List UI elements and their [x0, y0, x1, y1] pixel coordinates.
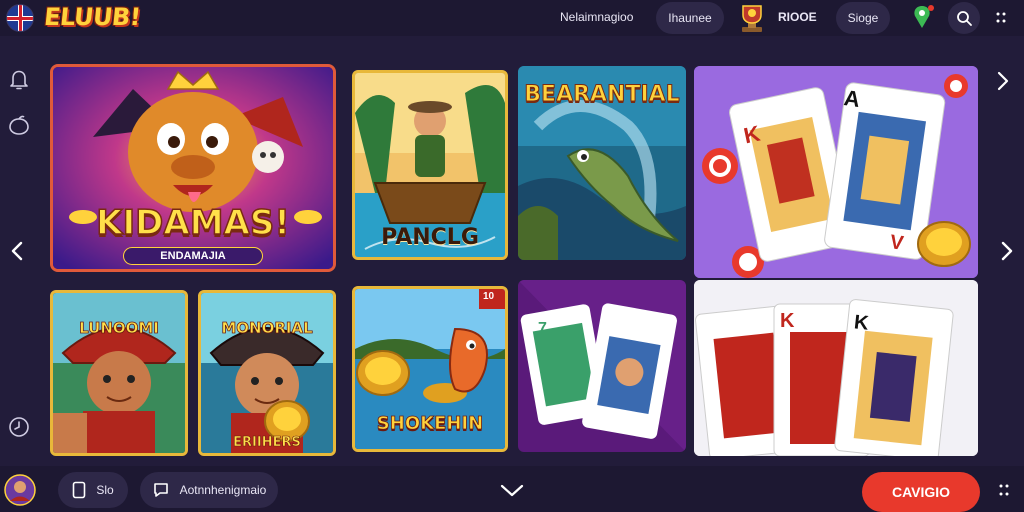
nav-pill-label: Ihaunee	[668, 11, 712, 25]
carousel-next-button[interactable]	[994, 236, 1020, 266]
more-vertical-icon[interactable]	[998, 482, 1010, 500]
tab-live[interactable]: Aotnnhenigmaio	[140, 472, 278, 508]
phone-icon	[73, 481, 86, 499]
tile-title: MONORIAL	[221, 319, 313, 338]
tile-badge: 10	[483, 291, 495, 302]
top-bar: ELUUB! Nelaimnagioo Ihaunee RIOOE Sioge	[0, 0, 1024, 36]
map-pin-icon[interactable]	[906, 2, 938, 34]
pumpkin-icon[interactable]	[6, 112, 32, 138]
chat-icon	[153, 483, 168, 497]
sign-in-label: Sioge	[847, 11, 879, 25]
trophy-icon[interactable]	[738, 3, 766, 33]
bell-icon[interactable]	[6, 66, 32, 92]
nav-link[interactable]: Nelaimnagioo	[560, 10, 633, 24]
carousel-next-top-button[interactable]	[990, 66, 1016, 96]
search-button[interactable]	[948, 2, 980, 34]
cta-button[interactable]: CAVIGIO	[862, 472, 980, 512]
game-tile-cards-purple[interactable]: 7	[518, 280, 686, 452]
profile-label[interactable]: RIOOE	[778, 10, 817, 24]
tile-title: KIDAMAS!	[95, 202, 290, 244]
chevron-down-icon[interactable]	[500, 484, 524, 498]
carousel-prev-button[interactable]	[4, 236, 30, 266]
more-vertical-icon[interactable]	[994, 10, 1008, 26]
uk-flag-icon[interactable]	[6, 4, 34, 32]
tab-label: Slo	[96, 483, 114, 497]
card-rank: 7	[538, 320, 547, 337]
tab-slots[interactable]: Slo	[58, 472, 128, 508]
tile-title: SHOKEHIN	[376, 413, 484, 435]
worker-2-artwork	[201, 293, 333, 453]
avatar[interactable]	[4, 474, 36, 506]
game-tile-bearantial[interactable]: BEARANTIAL	[518, 66, 686, 260]
game-tile-shokehin[interactable]: 10 SHOKEHIN	[352, 286, 508, 452]
game-tile-panclg[interactable]: PANCLG	[352, 70, 508, 260]
cards-artwork	[694, 66, 978, 278]
cards-white-artwork	[694, 280, 978, 456]
tile-caption: ERIIHERS	[233, 435, 301, 451]
tab-label: Aotnnhenigmaio	[179, 483, 267, 497]
tile-title: BEARANTIAL	[524, 82, 680, 108]
search-icon	[957, 11, 972, 26]
clock-icon[interactable]	[6, 414, 32, 440]
tile-subtitle: ENDAMAJIA	[123, 247, 263, 265]
game-tile-cards-top[interactable]: K A V	[694, 66, 978, 278]
chevron-left-icon	[11, 241, 23, 261]
chevron-right-icon	[1001, 241, 1013, 261]
tile-title: LUNOOMI	[79, 319, 160, 338]
card-rank: K	[780, 310, 795, 332]
tile-title: PANCLG	[381, 225, 479, 250]
game-tile-worker-1[interactable]: LUNOOMI	[50, 290, 188, 456]
game-tile-cards-white[interactable]: K K	[694, 280, 978, 456]
site-logo[interactable]: ELUUB!	[42, 3, 142, 35]
game-tile-kidamas[interactable]: KIDAMAS! ENDAMAJIA	[50, 64, 336, 272]
card-rank: K	[852, 311, 870, 335]
cards-purple-artwork	[518, 280, 686, 452]
cta-label: CAVIGIO	[891, 484, 951, 500]
game-tile-worker-2[interactable]: MONORIAL ERIIHERS	[198, 290, 336, 456]
worker-1-artwork	[53, 293, 185, 453]
nav-pill-button[interactable]: Ihaunee	[656, 2, 724, 34]
chevron-right-icon	[997, 71, 1009, 91]
sign-in-button[interactable]: Sioge	[836, 2, 890, 34]
